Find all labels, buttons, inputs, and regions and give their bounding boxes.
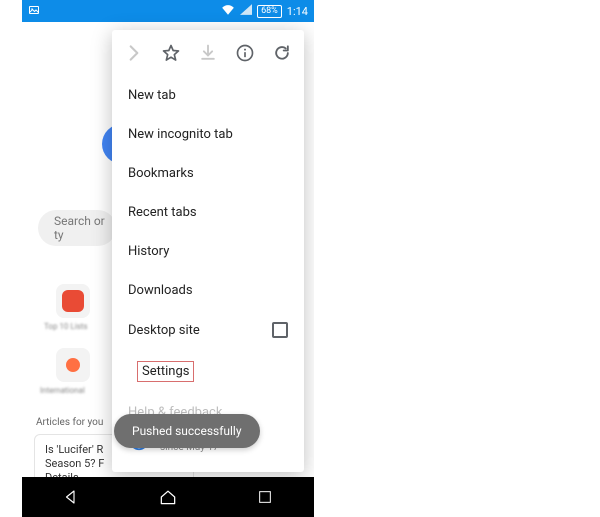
device-frame: 68% 1:14 Search or ty Top 10 Lists Inter…: [22, 0, 314, 517]
menu-item-bookmarks[interactable]: Bookmarks: [112, 154, 304, 193]
signal-icon: [240, 4, 252, 18]
menu-item-new-tab[interactable]: New tab: [112, 76, 304, 115]
status-bar: 68% 1:14: [22, 0, 314, 22]
menu-item-history[interactable]: History: [112, 232, 304, 271]
shortcut-tile-1[interactable]: [56, 284, 90, 318]
menu-item-new-incognito[interactable]: New incognito tab: [112, 115, 304, 154]
menu-label: History: [128, 244, 169, 259]
image-icon: [28, 4, 40, 19]
shortcut-label-2: International: [40, 386, 85, 395]
menu-label: New incognito tab: [128, 127, 233, 142]
menu-label: Desktop site: [128, 323, 200, 338]
menu-item-desktop-site[interactable]: Desktop site: [112, 310, 304, 350]
toast-notification: Pushed successfully: [114, 414, 260, 448]
shortcut-label-1: Top 10 Lists: [44, 322, 88, 331]
menu-item-recent-tabs[interactable]: Recent tabs: [112, 193, 304, 232]
search-box[interactable]: Search or ty: [38, 210, 116, 246]
info-icon[interactable]: [229, 37, 261, 69]
menu-label: Recent tabs: [128, 205, 197, 220]
wifi-icon: [221, 4, 235, 18]
bookmark-star-icon[interactable]: [155, 37, 187, 69]
overflow-menu: New tab New incognito tab Bookmarks Rece…: [112, 30, 304, 472]
download-icon: [192, 37, 224, 69]
menu-icon-row: [112, 30, 304, 76]
menu-label: Downloads: [128, 283, 193, 298]
toast-text: Pushed successfully: [132, 424, 242, 438]
menu-item-downloads[interactable]: Downloads: [112, 271, 304, 310]
articles-header: Articles for you: [36, 417, 103, 428]
forward-icon: [118, 37, 150, 69]
search-placeholder: Search or ty: [54, 214, 116, 242]
reload-icon[interactable]: [266, 37, 298, 69]
nav-home-button[interactable]: [138, 477, 198, 517]
clock-time: 1:14: [287, 5, 308, 18]
menu-item-settings[interactable]: Settings: [122, 350, 294, 393]
menu-label: Bookmarks: [128, 166, 194, 181]
nav-back-button[interactable]: [41, 477, 101, 517]
battery-percent: 68%: [261, 6, 278, 17]
nav-recent-button[interactable]: [235, 477, 295, 517]
desktop-site-checkbox[interactable]: [272, 322, 288, 338]
navigation-bar: [22, 477, 314, 517]
menu-label: Settings: [138, 362, 193, 381]
shortcut-tile-2[interactable]: [56, 348, 90, 382]
battery-indicator: 68%: [257, 5, 282, 18]
menu-label: New tab: [128, 88, 176, 103]
